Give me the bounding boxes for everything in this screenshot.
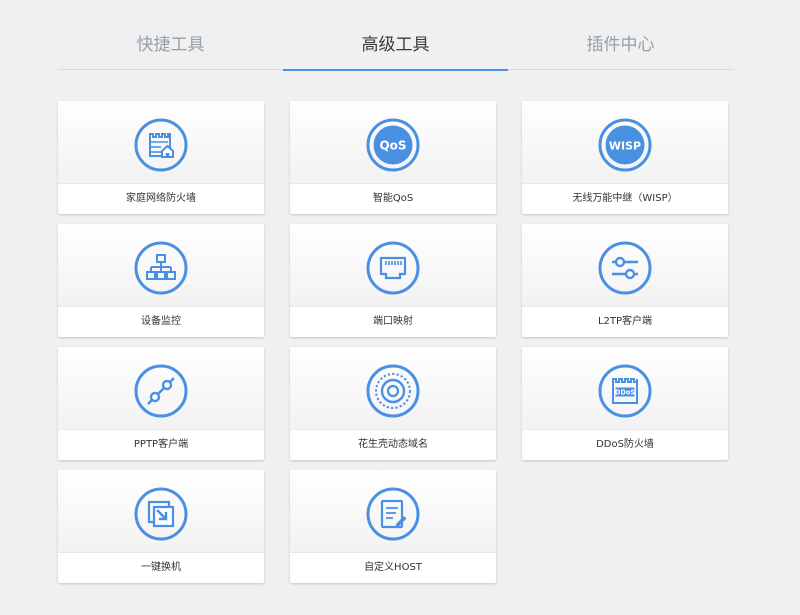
edit-host-icon bbox=[366, 487, 420, 541]
tab-quick-tools[interactable]: 快捷工具 bbox=[58, 26, 283, 69]
wisp-icon-text: WISP bbox=[609, 140, 641, 153]
tool-label: DDoS防火墙 bbox=[522, 429, 728, 460]
tool-card-one-click-switch[interactable]: 一键换机 bbox=[58, 470, 264, 583]
tool-label: L2TP客户端 bbox=[522, 306, 728, 337]
tool-card-home-firewall[interactable]: 家庭网络防火墙 bbox=[58, 101, 264, 214]
ethernet-port-icon bbox=[366, 241, 420, 295]
tab-plugin-center[interactable]: 插件中心 bbox=[508, 26, 733, 69]
qos-icon-text: QoS bbox=[379, 139, 406, 153]
tool-card-device-monitor[interactable]: 设备监控 bbox=[58, 224, 264, 337]
tool-card-peanut-ddns[interactable]: 花生壳动态域名 bbox=[290, 347, 496, 460]
tab-bar: 快捷工具 高级工具 插件中心 bbox=[58, 26, 734, 71]
tool-card-custom-host[interactable]: 自定义HOST bbox=[290, 470, 496, 583]
tool-label: 一键换机 bbox=[58, 552, 264, 583]
tool-card-port-mapping[interactable]: 端口映射 bbox=[290, 224, 496, 337]
wisp-icon: WISP bbox=[598, 118, 652, 172]
network-topology-icon bbox=[134, 241, 188, 295]
tool-label: 无线万能中继（WISP） bbox=[522, 183, 728, 214]
peanut-shell-ddns-icon bbox=[366, 364, 420, 418]
tool-label: 自定义HOST bbox=[290, 552, 496, 583]
tool-label: 花生壳动态域名 bbox=[290, 429, 496, 460]
tool-card-ddos-firewall[interactable]: DDoS DDoS防火墙 bbox=[522, 347, 728, 460]
device-switch-icon bbox=[134, 487, 188, 541]
ddos-icon-text: DDoS bbox=[615, 389, 635, 397]
tool-card-pptp-client[interactable]: PPTP客户端 bbox=[58, 347, 264, 460]
ddos-firewall-icon: DDoS bbox=[598, 364, 652, 418]
tool-label: 端口映射 bbox=[290, 306, 496, 337]
tool-label: 设备监控 bbox=[58, 306, 264, 337]
tool-card-wisp[interactable]: WISP 无线万能中继（WISP） bbox=[522, 101, 728, 214]
tunnel-link-icon bbox=[134, 364, 188, 418]
tool-card-smart-qos[interactable]: QoS 智能QoS bbox=[290, 101, 496, 214]
tab-advanced-tools[interactable]: 高级工具 bbox=[283, 26, 508, 71]
firewall-house-icon bbox=[134, 118, 188, 172]
tool-label: PPTP客户端 bbox=[58, 429, 264, 460]
tool-card-l2tp-client[interactable]: L2TP客户端 bbox=[522, 224, 728, 337]
sliders-icon bbox=[598, 241, 652, 295]
tool-label: 家庭网络防火墙 bbox=[58, 183, 264, 214]
tool-label: 智能QoS bbox=[290, 183, 496, 214]
qos-icon: QoS bbox=[366, 118, 420, 172]
